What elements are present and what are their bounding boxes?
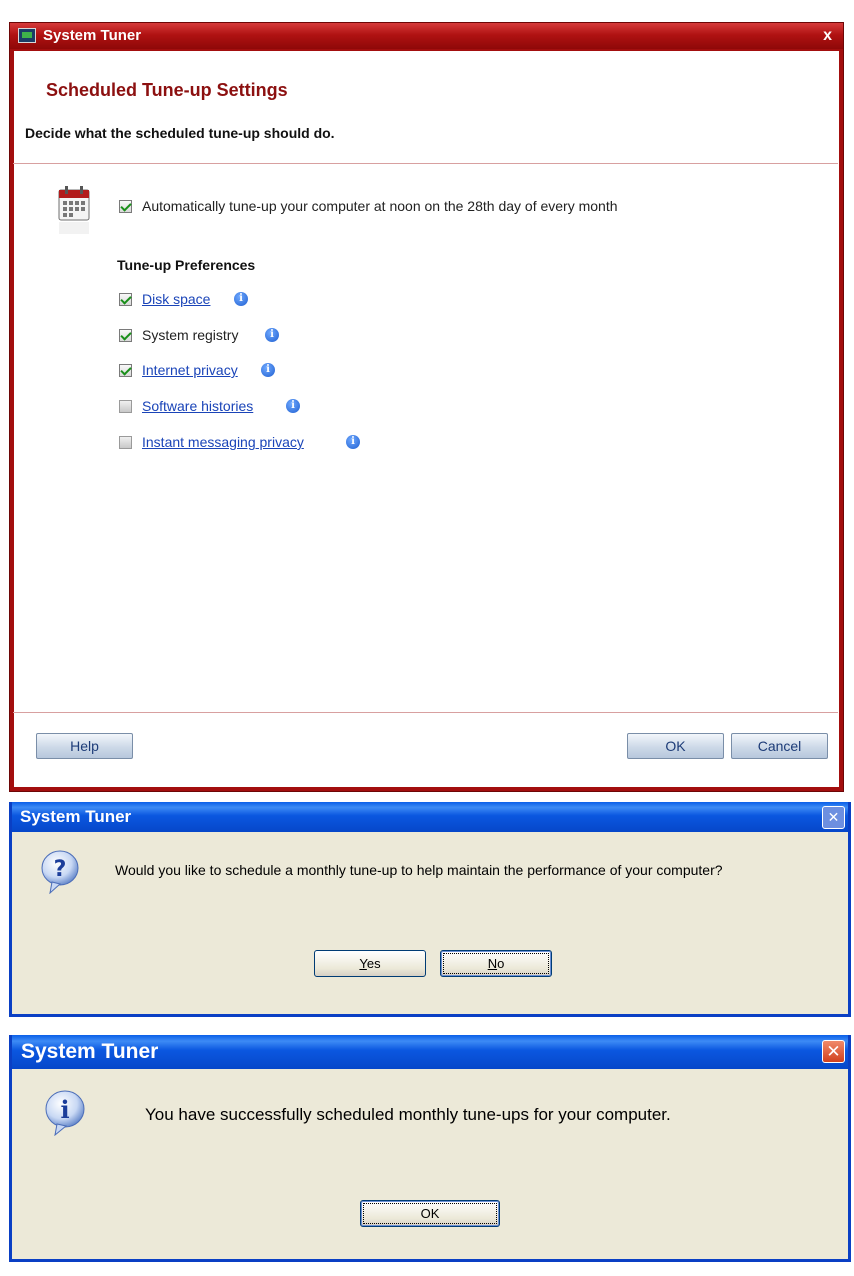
- yes-label: es: [366, 956, 381, 971]
- info-icon[interactable]: i: [346, 435, 360, 449]
- no-label: o: [497, 956, 505, 971]
- ok-button[interactable]: OK: [360, 1200, 500, 1227]
- dialog-titlebar[interactable]: System Tuner ✕: [12, 1035, 848, 1069]
- pref-software-histories-link[interactable]: Software histories: [142, 398, 253, 414]
- dialog-title: System Tuner: [20, 807, 132, 826]
- svg-text:i: i: [60, 1095, 69, 1124]
- schedule-success-dialog: System Tuner ✕ i You have successfully s…: [9, 1035, 851, 1262]
- dialog-titlebar[interactable]: System Tuner x: [10, 23, 843, 49]
- pref-instant-messaging-checkbox[interactable]: [119, 436, 132, 449]
- info-icon[interactable]: i: [265, 328, 279, 342]
- ok-button[interactable]: OK: [627, 733, 724, 759]
- info-icon: i: [45, 1090, 85, 1136]
- close-button[interactable]: x: [823, 23, 832, 49]
- page-title: Scheduled Tune-up Settings: [46, 80, 288, 100]
- page-subtitle: Decide what the scheduled tune-up should…: [25, 125, 335, 141]
- yes-button[interactable]: Yes: [314, 950, 426, 977]
- dialog-title: System Tuner: [43, 27, 142, 44]
- question-icon: ?: [41, 850, 79, 894]
- close-button[interactable]: ✕: [822, 1040, 845, 1063]
- pref-system-registry-label: System registry: [142, 327, 239, 343]
- info-icon[interactable]: i: [286, 399, 300, 413]
- auto-tuneup-label: Automatically tune-up your computer at n…: [142, 198, 618, 214]
- yes-accel: Y: [359, 956, 367, 971]
- dialog-content: [14, 51, 839, 787]
- success-message: You have successfully scheduled monthly …: [145, 1105, 671, 1124]
- pref-system-registry-checkbox[interactable]: [119, 329, 132, 342]
- footer-divider: [13, 712, 838, 713]
- pref-instant-messaging-link[interactable]: Instant messaging privacy: [142, 434, 304, 450]
- auto-tuneup-checkbox[interactable]: [119, 200, 132, 213]
- help-button[interactable]: Help: [36, 733, 133, 759]
- svg-text:?: ?: [54, 857, 67, 882]
- close-button[interactable]: ✕: [822, 806, 845, 829]
- info-icon[interactable]: i: [234, 292, 248, 306]
- confirm-message: Would you like to schedule a monthly tun…: [115, 862, 723, 878]
- cancel-button[interactable]: Cancel: [731, 733, 828, 759]
- schedule-confirm-dialog: System Tuner ✕ ? Would you like to sched…: [9, 802, 851, 1017]
- pref-internet-privacy-checkbox[interactable]: [119, 364, 132, 377]
- header-divider: [13, 163, 838, 164]
- calendar-icon: [58, 186, 90, 234]
- dialog-title: System Tuner: [21, 1040, 159, 1063]
- pref-disk-space-link[interactable]: Disk space: [142, 291, 210, 307]
- dialog-titlebar[interactable]: System Tuner ✕: [12, 802, 848, 832]
- no-accel: N: [487, 956, 498, 971]
- preferences-heading: Tune-up Preferences: [117, 257, 256, 273]
- app-icon: [18, 28, 36, 43]
- pref-software-histories-checkbox[interactable]: [119, 400, 132, 413]
- no-button[interactable]: No: [440, 950, 552, 977]
- pref-disk-space-checkbox[interactable]: [119, 293, 132, 306]
- pref-internet-privacy-link[interactable]: Internet privacy: [142, 362, 238, 378]
- info-icon[interactable]: i: [261, 363, 275, 377]
